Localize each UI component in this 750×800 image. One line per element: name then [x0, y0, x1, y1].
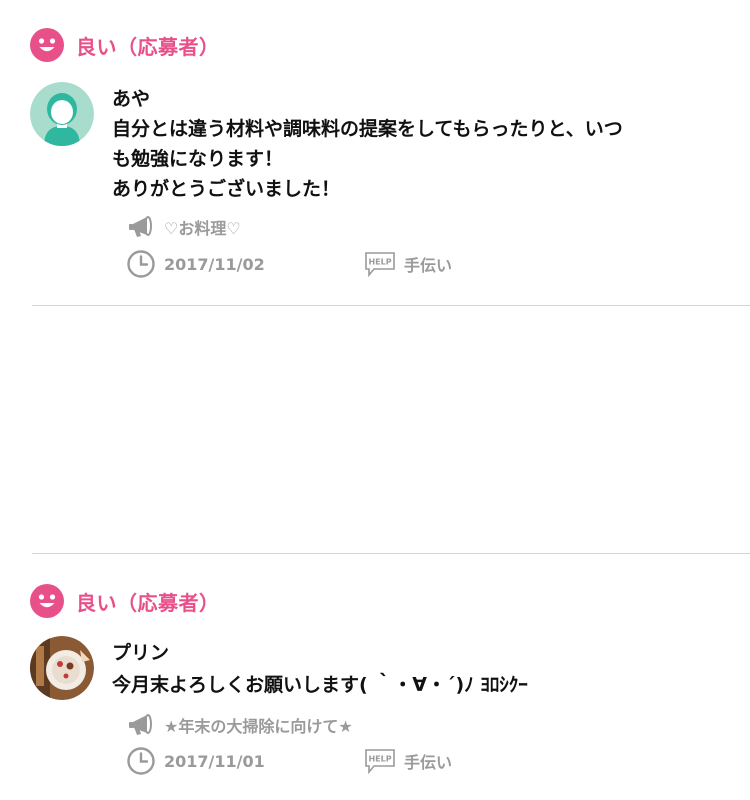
- user-name[interactable]: プリン: [112, 638, 169, 665]
- help-badge-icon: HELP: [365, 252, 395, 277]
- post-title-row[interactable]: ♡お料理♡: [128, 214, 241, 240]
- clock-icon: [127, 250, 155, 278]
- rating-label: 良い（応募者）: [76, 590, 220, 615]
- date-row: 2017/11/02: [126, 249, 265, 279]
- comment-line: ありがとうございました！: [112, 178, 341, 200]
- post-title[interactable]: ♡お料理♡: [164, 215, 241, 239]
- clock-icon: [127, 747, 155, 775]
- photo-avatar-icon: [30, 636, 94, 700]
- rating-row: 良い（応募者）: [30, 584, 220, 618]
- category-row[interactable]: HELP 手伝い: [364, 251, 452, 277]
- avatar[interactable]: [30, 636, 94, 700]
- user-name[interactable]: あや: [112, 84, 150, 111]
- review-date: 2017/11/02: [164, 254, 265, 274]
- comment-line: 今月末よろしくお願いします( ｀・∀・´)ﾉ ﾖﾛｼｸｰ: [112, 674, 528, 696]
- megaphone-icon: [129, 216, 152, 237]
- category-label[interactable]: 手伝い: [404, 252, 452, 276]
- avatar[interactable]: [30, 82, 94, 146]
- rating-label: 良い（応募者）: [76, 34, 220, 59]
- review-date: 2017/11/01: [164, 751, 265, 771]
- help-badge-label: HELP: [368, 755, 391, 764]
- faded-review-area: [30, 315, 730, 545]
- smile-icon: [30, 28, 64, 62]
- divider: [32, 305, 750, 306]
- review-comment: 自分とは違う材料や調味料の提案をしてもらったりと、いつ も勉強になります！ あり…: [112, 114, 732, 204]
- post-title-row[interactable]: ★年末の大掃除に向けて★: [128, 712, 353, 738]
- category-label[interactable]: 手伝い: [404, 749, 452, 773]
- review-comment: 今月末よろしくお願いします( ｀・∀・´)ﾉ ﾖﾛｼｸｰ: [112, 670, 732, 700]
- rating-row: 良い（応募者）: [30, 28, 220, 62]
- help-badge-label: HELP: [368, 258, 391, 267]
- comment-line: 自分とは違う材料や調味料の提案をしてもらったりと、いつ: [112, 118, 623, 140]
- help-badge-icon: HELP: [365, 749, 395, 774]
- category-row[interactable]: HELP 手伝い: [364, 748, 452, 774]
- person-avatar-icon: [30, 82, 94, 146]
- divider: [32, 553, 750, 554]
- post-title[interactable]: ★年末の大掃除に向けて★: [164, 713, 353, 737]
- comment-line: も勉強になります！: [112, 148, 284, 170]
- megaphone-icon: [129, 714, 152, 735]
- smile-icon: [30, 584, 64, 618]
- date-row: 2017/11/01: [126, 746, 265, 776]
